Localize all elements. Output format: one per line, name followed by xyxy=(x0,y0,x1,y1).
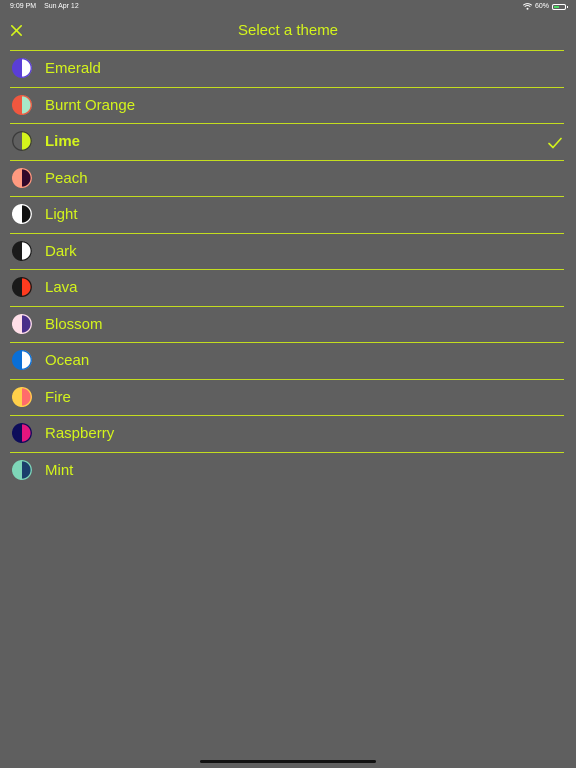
theme-label: Raspberry xyxy=(45,425,115,442)
theme-swatch-icon xyxy=(12,131,32,151)
theme-row-dark[interactable]: Dark xyxy=(10,232,564,270)
theme-label: Lava xyxy=(45,279,78,296)
theme-swatch-icon xyxy=(12,459,32,480)
theme-swatch-icon xyxy=(12,204,32,224)
status-time: 9:09 PM xyxy=(10,3,37,10)
battery-icon xyxy=(552,3,568,10)
theme-swatch-icon xyxy=(12,313,32,334)
theme-label: Light xyxy=(45,206,78,223)
theme-row-fire[interactable]: Fire xyxy=(10,378,564,416)
theme-swatch-icon xyxy=(12,386,32,407)
theme-row-lime[interactable]: Lime xyxy=(10,123,564,160)
status-left: 9:09 PM Sun Apr 12 xyxy=(10,3,79,10)
theme-label: Mint xyxy=(45,461,74,479)
theme-label: Blossom xyxy=(45,315,103,333)
theme-swatch-icon xyxy=(12,94,32,115)
theme-row-mint[interactable]: Mint xyxy=(10,451,564,489)
theme-row-emerald[interactable]: Emerald xyxy=(10,50,564,87)
nav-bar: Select a theme xyxy=(0,14,576,50)
theme-swatch-icon xyxy=(12,58,32,78)
theme-swatch-icon xyxy=(12,167,32,188)
theme-row-peach[interactable]: Peach xyxy=(10,159,564,197)
theme-swatch-icon xyxy=(12,423,32,443)
wifi-icon xyxy=(522,3,533,10)
battery-percent: 60% xyxy=(534,3,549,10)
theme-label: Emerald xyxy=(45,60,101,77)
status-date: Sun Apr 12 xyxy=(44,3,79,10)
theme-label: Burnt Orange xyxy=(45,96,136,114)
theme-swatch-icon xyxy=(12,240,32,261)
theme-row-raspberry[interactable]: Raspberry xyxy=(10,415,564,452)
theme-row-lava[interactable]: Lava xyxy=(10,269,564,306)
page-title: Select a theme xyxy=(237,22,339,39)
theme-list: Emerald Burnt Orange Lime Peach Light Dark Lav… xyxy=(0,50,576,488)
checkmark-icon xyxy=(548,136,562,149)
theme-label: Ocean xyxy=(45,352,90,369)
status-right: 60% xyxy=(522,3,568,10)
theme-row-light[interactable]: Light xyxy=(10,196,564,233)
theme-swatch-icon xyxy=(12,350,32,370)
theme-label: Peach xyxy=(45,169,88,187)
theme-label: Lime xyxy=(45,133,81,150)
theme-row-burnt-orange[interactable]: Burnt Orange xyxy=(10,86,564,124)
theme-swatch-icon xyxy=(12,277,32,297)
theme-label: Dark xyxy=(45,242,77,260)
home-indicator xyxy=(200,760,376,763)
theme-row-blossom[interactable]: Blossom xyxy=(10,305,564,343)
theme-row-ocean[interactable]: Ocean xyxy=(10,342,564,379)
battery-fill xyxy=(554,5,560,8)
theme-label: Fire xyxy=(45,388,71,406)
status-bar: 9:09 PM Sun Apr 12 60% xyxy=(0,0,576,14)
